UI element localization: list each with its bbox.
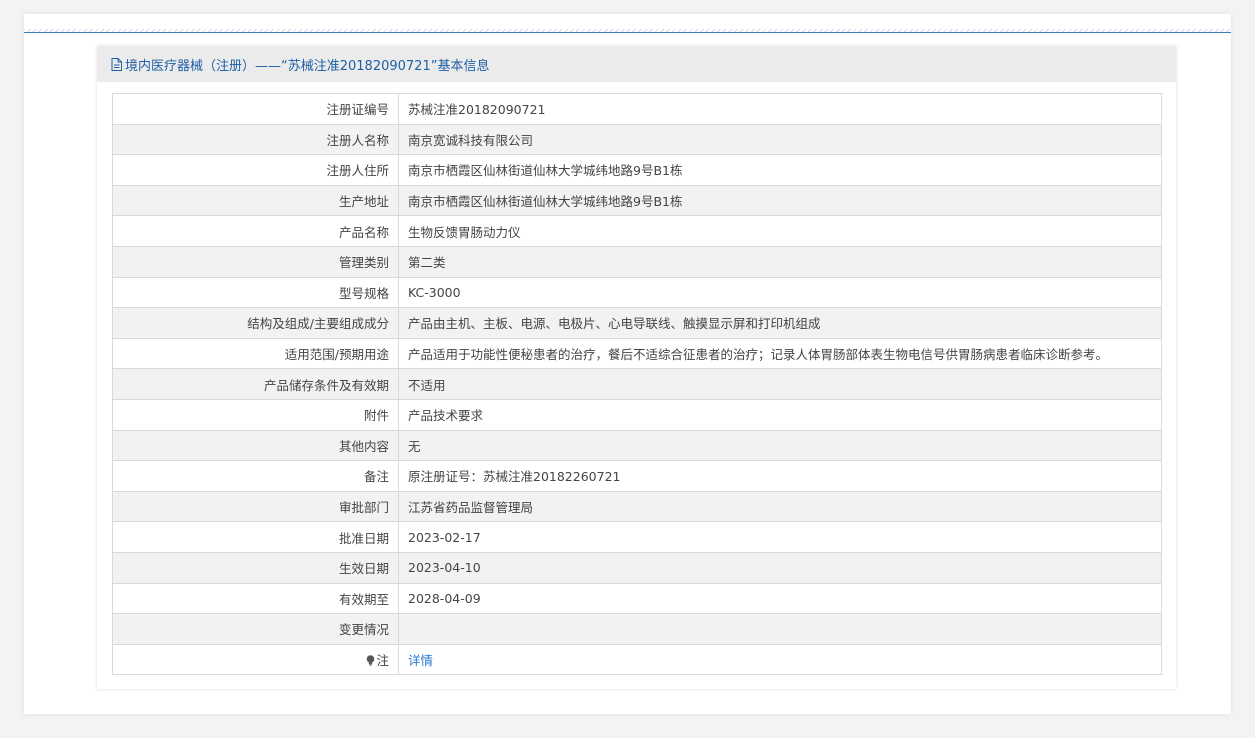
field-value: 第二类 xyxy=(398,245,1162,278)
table-row: 有效期至 2028-04-09 xyxy=(112,582,1162,615)
field-value: 苏械注准20182090721 xyxy=(398,93,1162,125)
field-value: 原注册证号：苏械注准20182260721 xyxy=(398,460,1162,492)
field-value: 南京市栖霞区仙林街道仙林大学城纬地路9号B1栋 xyxy=(398,184,1162,217)
field-value: 产品适用于功能性便秘患者的治疗，餐后不适综合征患者的治疗；记录人体胃肠部体表生物… xyxy=(398,337,1162,370)
field-label: 管理类别 xyxy=(112,245,399,278)
field-label: 结构及组成/主要组成成分 xyxy=(112,307,399,339)
table-row: 注册人住所 南京市栖霞区仙林街道仙林大学城纬地路9号B1栋 xyxy=(112,154,1162,186)
info-panel: 境内医疗器械（注册）——“苏械注准20182090721”基本信息 注册证编号苏… xyxy=(97,46,1176,689)
field-value: 江苏省药品监督管理局 xyxy=(398,490,1162,523)
table-row: 产品储存条件及有效期 不适用 xyxy=(112,368,1162,400)
table-row: 注册人名称 南京宽诚科技有限公司 xyxy=(112,123,1162,156)
field-label: 有效期至 xyxy=(112,582,399,615)
panel-title: 境内医疗器械（注册）——“苏械注准20182090721”基本信息 xyxy=(125,58,490,74)
field-value: 无 xyxy=(398,429,1162,462)
field-value: 南京宽诚科技有限公司 xyxy=(398,123,1162,156)
field-label: 附件 xyxy=(112,398,399,431)
table-row: 其他内容无 xyxy=(112,429,1162,462)
field-value: 2023-04-10 xyxy=(398,551,1162,584)
info-table: 注册证编号 苏械注准20182090721 注册人名称 南京宽诚科技有限公司 注册人住所… xyxy=(112,93,1162,676)
top-divider xyxy=(24,29,1231,33)
field-label: 型号规格 xyxy=(112,276,399,309)
table-row-note: 注 详情 xyxy=(112,643,1162,676)
field-value: KC-3000 xyxy=(398,276,1162,309)
field-label: 批准日期 xyxy=(112,521,399,553)
table-row: 适用范围/预期用途 产品适用于功能性便秘患者的治疗，餐后不适综合征患者的治疗；记录… xyxy=(112,337,1162,370)
field-label: 变更情况 xyxy=(112,613,399,645)
note-value-cell: 详情 xyxy=(398,643,1162,676)
table-row: 型号规格 KC-3000 xyxy=(112,276,1162,309)
field-value xyxy=(398,613,1162,645)
details-link[interactable]: 详情 xyxy=(408,653,433,668)
field-label: 注册人名称 xyxy=(112,123,399,156)
lightbulb-icon xyxy=(366,654,375,666)
table-row: 审批部门 江苏省药品监督管理局 xyxy=(112,490,1162,523)
table-row: 批准日期 2023-02-17 xyxy=(112,521,1162,553)
field-value: 不适用 xyxy=(398,368,1162,400)
table-row: 变更情况 xyxy=(112,613,1162,645)
table-row: 注册证编号 苏械注准20182090721 xyxy=(112,93,1162,125)
field-value: 产品技术要求 xyxy=(398,398,1162,431)
table-row: 生效日期 2023-04-10 xyxy=(112,551,1162,584)
note-label: 注 xyxy=(376,652,389,668)
field-value: 南京市栖霞区仙林街道仙林大学城纬地路9号B1栋 xyxy=(398,154,1162,186)
table-row: 管理类别 第二类 xyxy=(112,245,1162,278)
table-row: 结构及组成/主要组成成分 产品由主机、主板、电源、电极片、心电导联线、触摸显示屏和… xyxy=(112,307,1162,339)
field-value: 生物反馈胃肠动力仪 xyxy=(398,215,1162,247)
field-label: 其他内容 xyxy=(112,429,399,462)
field-label: 适用范围/预期用途 xyxy=(112,337,399,370)
field-value: 2028-04-09 xyxy=(398,582,1162,615)
table-row: 备注 原注册证号：苏械注准20182260721 xyxy=(112,460,1162,492)
document-icon xyxy=(111,57,122,71)
panel-header: 境内医疗器械（注册）——“苏械注准20182090721”基本信息 xyxy=(97,46,1176,82)
field-label: 产品储存条件及有效期 xyxy=(112,368,399,400)
table-row: 产品名称 生物反馈胃肠动力仪 xyxy=(112,215,1162,247)
field-value: 2023-02-17 xyxy=(398,521,1162,553)
field-label: 生效日期 xyxy=(112,551,399,584)
table-row: 生产地址 南京市栖霞区仙林街道仙林大学城纬地路9号B1栋 xyxy=(112,184,1162,217)
field-label: 注册人住所 xyxy=(112,154,399,186)
field-label: 注册证编号 xyxy=(112,93,399,125)
page-container: 境内医疗器械（注册）——“苏械注准20182090721”基本信息 注册证编号苏… xyxy=(24,14,1231,714)
field-label: 生产地址 xyxy=(112,184,399,217)
field-label: 产品名称 xyxy=(112,215,399,247)
table-row: 附件 产品技术要求 xyxy=(112,398,1162,431)
field-value: 产品由主机、主板、电源、电极片、心电导联线、触摸显示屏和打印机组成 xyxy=(398,307,1162,339)
note-label-cell: 注 xyxy=(112,643,399,676)
field-label: 备注 xyxy=(112,460,399,492)
field-label: 审批部门 xyxy=(112,490,399,523)
